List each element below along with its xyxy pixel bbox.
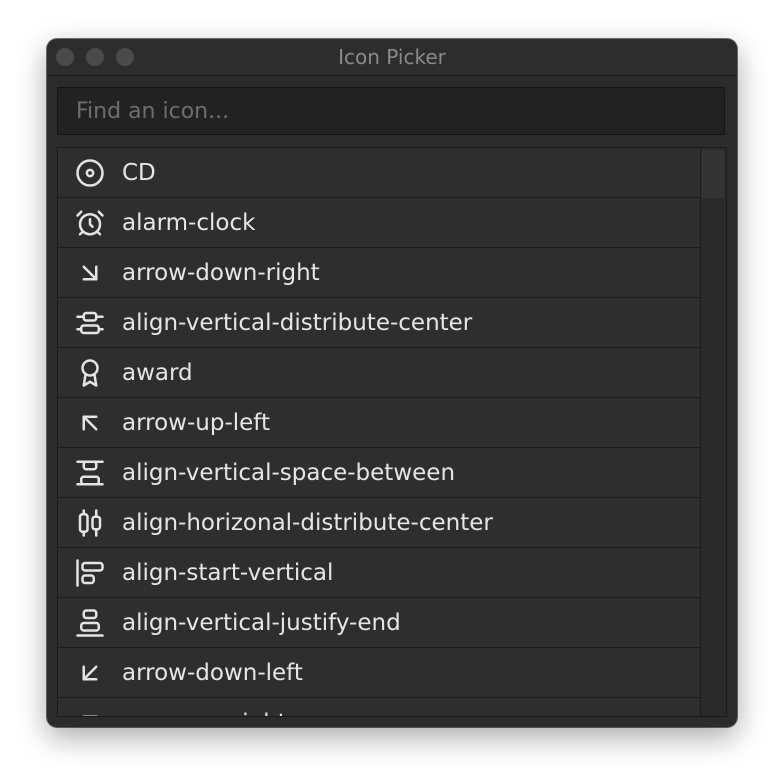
list-item-label: align-start-vertical bbox=[122, 559, 334, 586]
arrow-down-left-icon bbox=[74, 657, 106, 689]
scrollbar-thumb[interactable] bbox=[702, 150, 724, 198]
align-start-vertical-icon bbox=[74, 557, 106, 589]
list-item[interactable]: align-start-vertical bbox=[58, 548, 701, 598]
list-item[interactable]: CD bbox=[58, 148, 701, 198]
arrow-up-right-icon bbox=[74, 707, 106, 716]
list-item[interactable]: align-vertical-justify-end bbox=[58, 598, 701, 648]
list-item-label: align-horizonal-distribute-center bbox=[122, 509, 493, 536]
list-item-label: align-vertical-justify-end bbox=[122, 609, 401, 636]
list-item[interactable]: alarm-clock bbox=[58, 198, 701, 248]
list-item[interactable]: arrow-up-left bbox=[58, 398, 701, 448]
list-item-label: align-vertical-space-between bbox=[122, 459, 456, 486]
search-box[interactable] bbox=[57, 87, 725, 135]
icon-list[interactable]: CD alarm-clock arrow-down-right align-ve… bbox=[57, 147, 727, 717]
align-vertical-space-between-icon bbox=[74, 457, 106, 489]
alarm-clock-icon bbox=[74, 207, 106, 239]
arrow-up-left-icon bbox=[74, 407, 106, 439]
list-item-label: arrow-up-left bbox=[122, 409, 271, 436]
disc-icon bbox=[74, 157, 106, 189]
icon-picker-window: Icon Picker CD alarm-clock bbox=[47, 39, 737, 727]
list-item[interactable]: arrow-down-left bbox=[58, 648, 701, 698]
align-horizontal-distribute-center-icon bbox=[74, 507, 106, 539]
list-item[interactable]: award bbox=[58, 348, 701, 398]
list-item-label: alarm-clock bbox=[122, 209, 256, 236]
award-icon bbox=[74, 357, 106, 389]
list-item[interactable]: arrow-up-right bbox=[58, 698, 701, 717]
title-bar[interactable]: Icon Picker bbox=[47, 39, 737, 76]
list-item[interactable]: align-horizonal-distribute-center bbox=[58, 498, 701, 548]
list-item[interactable]: arrow-down-right bbox=[58, 248, 701, 298]
align-vertical-justify-end-icon bbox=[74, 607, 106, 639]
list-item-label: award bbox=[122, 359, 193, 386]
arrow-down-right-icon bbox=[74, 257, 106, 289]
align-vertical-distribute-center-icon bbox=[74, 307, 106, 339]
window-title: Icon Picker bbox=[338, 45, 446, 69]
list-item[interactable]: align-vertical-distribute-center bbox=[58, 298, 701, 348]
list-item[interactable]: align-vertical-space-between bbox=[58, 448, 701, 498]
list-item-label: arrow-down-right bbox=[122, 259, 320, 286]
list-scrollbar[interactable] bbox=[700, 148, 726, 716]
search-input[interactable] bbox=[58, 88, 724, 134]
list-item-label: arrow-up-right bbox=[122, 710, 287, 717]
list-item-label: CD bbox=[122, 159, 156, 186]
icon-list-items: CD alarm-clock arrow-down-right align-ve… bbox=[58, 148, 701, 717]
list-item-label: align-vertical-distribute-center bbox=[122, 309, 473, 336]
list-item-label: arrow-down-left bbox=[122, 659, 303, 686]
